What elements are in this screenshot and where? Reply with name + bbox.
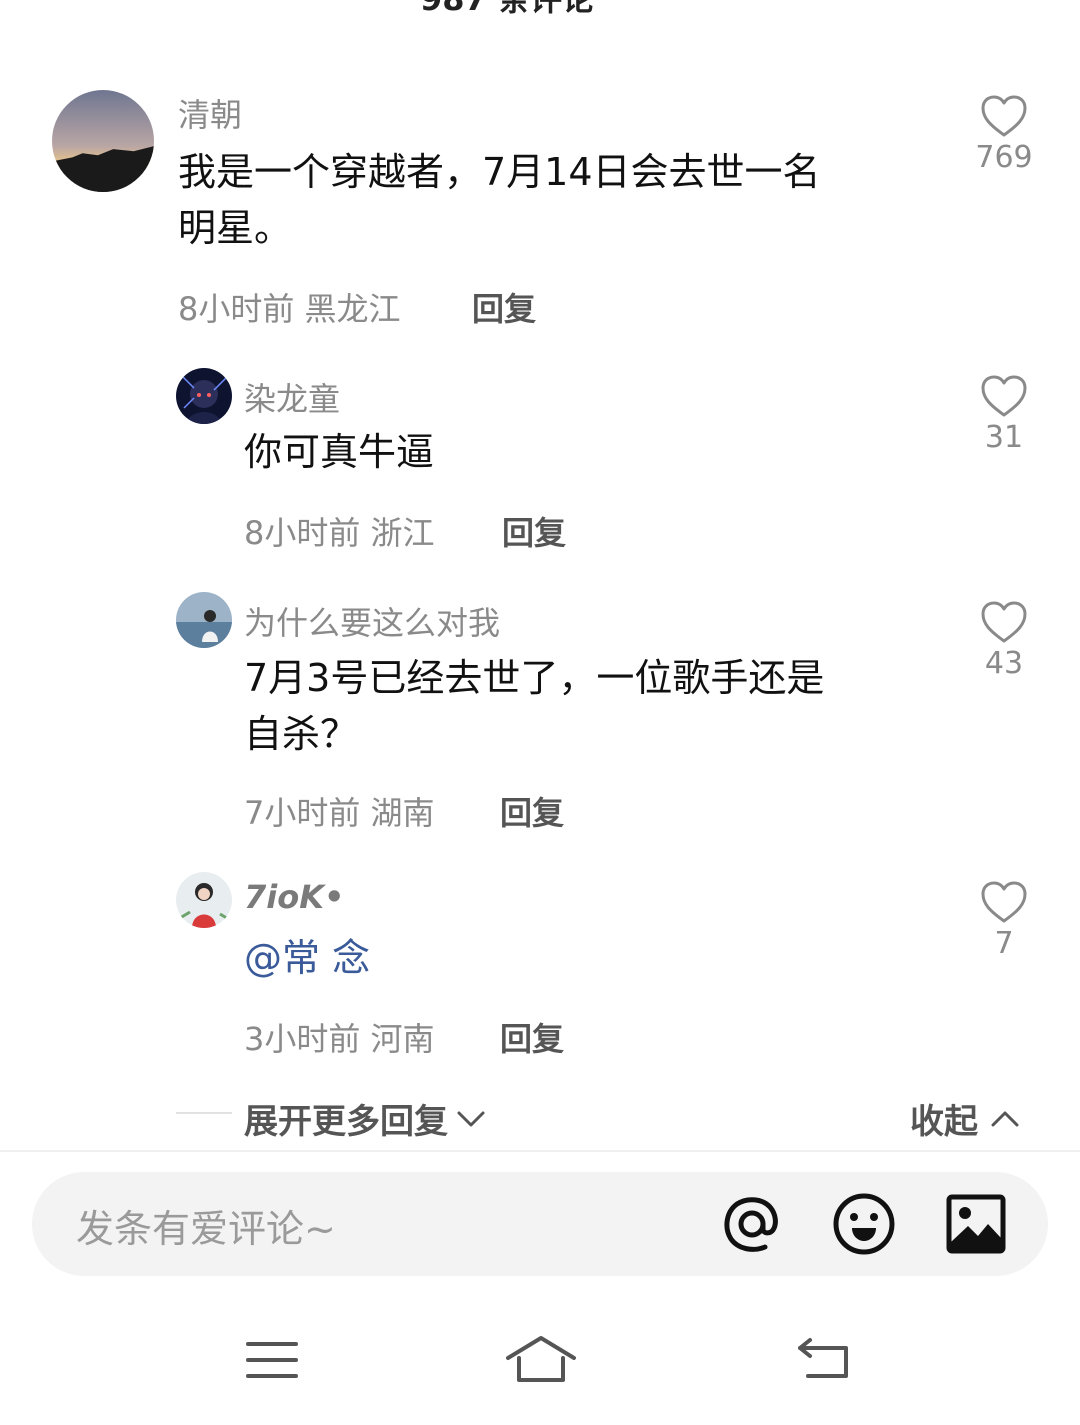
comment-location: 浙江 [370,514,435,552]
like-count: 31 [984,420,1024,455]
like-button[interactable]: 7 [956,880,1052,961]
avatar[interactable] [176,368,232,424]
comment-meta: 3小时前 河南 [244,1014,435,1060]
reply-button[interactable]: 回复 [500,1014,564,1060]
comment-meta: 8小时前 黑龙江 [178,284,401,330]
comment-time: 8小时前 [244,514,361,552]
divider [0,1150,1080,1152]
at-icon[interactable] [720,1192,784,1256]
home-icon[interactable] [504,1334,578,1390]
comment-location: 河南 [370,1020,435,1058]
avatar[interactable] [52,90,154,192]
like-button[interactable]: 769 [956,94,1052,175]
chevron-down-icon [457,1111,485,1126]
comment-text: 你可真牛逼 [244,430,435,474]
heart-outline-icon [981,375,1027,417]
emoji-icon[interactable] [832,1192,896,1256]
comment-username[interactable]: 清朝 [178,90,242,136]
comment-username[interactable]: 7ioK• [244,878,344,916]
like-button[interactable]: 43 [956,600,1052,681]
collapse-replies-button[interactable]: 收起 [910,1094,1020,1143]
comment-time: 8小时前 [178,290,295,328]
reply-button[interactable]: 回复 [502,508,566,554]
avatar[interactable] [176,592,232,648]
like-count: 769 [975,140,1033,175]
comment-username[interactable]: 染龙童 [244,374,340,420]
expand-replies-button[interactable]: 展开更多回复 [244,1094,486,1143]
reply-button[interactable]: 回复 [500,788,564,834]
comment-time: 7小时前 [244,794,361,832]
comment-location: 黑龙江 [304,290,401,328]
comment-text: 7月3号已经去世了，一位歌手还是 自杀？ [244,656,825,756]
like-button[interactable]: 31 [956,374,1052,455]
chevron-up-icon [991,1111,1019,1126]
image-icon[interactable] [944,1192,1008,1256]
menu-icon[interactable] [244,1338,300,1386]
comment-username[interactable]: 为什么要这么对我 [244,598,500,644]
avatar[interactable] [176,872,232,928]
comment-meta: 8小时前 浙江 [244,508,435,554]
reply-button[interactable]: 回复 [472,284,536,330]
heart-outline-icon [981,601,1027,643]
like-count: 7 [994,926,1014,961]
heart-outline-icon [981,95,1027,137]
heart-outline-icon [981,881,1027,923]
mention-link[interactable]: @常 念 [244,930,370,986]
comment-time: 3小时前 [244,1020,361,1058]
like-count: 43 [984,646,1024,681]
comment-meta: 7小时前 湖南 [244,788,435,834]
comment-location: 湖南 [370,794,435,832]
comments-count-title: 987 条评论 [420,0,594,20]
comment-input-placeholder[interactable]: 发条有爱评论~ [76,1198,336,1253]
back-icon[interactable] [796,1336,852,1388]
thread-divider [176,1112,232,1114]
comment-text: 我是一个穿越者，7月14日会去世一名 明星。 [178,150,821,250]
